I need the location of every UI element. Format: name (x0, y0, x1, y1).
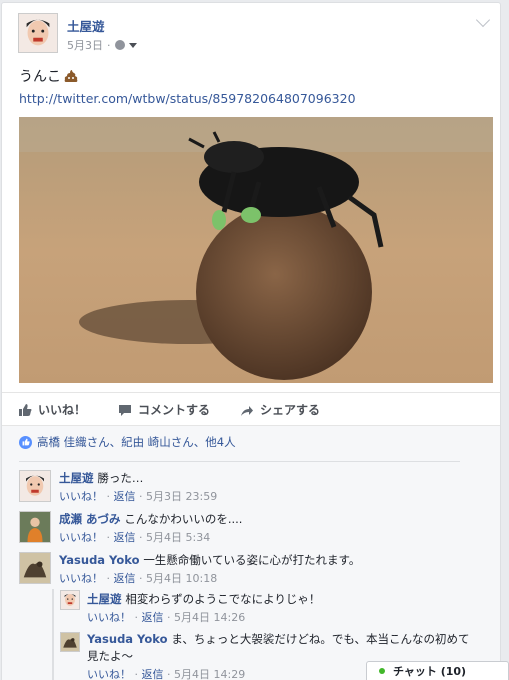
reply-text: 相変わらずのようこでなによりじゃ！ (125, 592, 321, 606)
comment-button[interactable]: コメントする (118, 401, 210, 418)
commenter-avatar[interactable] (19, 552, 51, 584)
comment-author[interactable]: 成瀬 あづみ (59, 512, 121, 526)
comment-like-link[interactable]: いいね！ (59, 572, 103, 585)
comment-reply-link[interactable]: 返信 (114, 490, 136, 503)
share-label: シェアする (260, 403, 321, 417)
comment-text: こんなかわいいのを.... (124, 512, 243, 526)
comments-area: 高橋 佳織さん、紀由 崎山さん、他4人 土屋遊 勝った… いいね！ · 返信 ·… (2, 426, 500, 680)
chat-tab[interactable]: チャット (10) (366, 661, 509, 680)
share-icon (241, 405, 253, 416)
comment-meta: いいね！ · 返信 · 5月3日 23:59 (59, 490, 218, 503)
post-actions: いいね！ コメントする シェアする (2, 392, 500, 426)
online-dot-icon (379, 668, 385, 674)
like-button[interactable]: いいね！ (18, 401, 86, 418)
globe-icon[interactable] (114, 40, 125, 50)
reply-like-link[interactable]: いいね！ (87, 668, 131, 680)
author-avatar[interactable] (18, 13, 58, 53)
divider (19, 461, 460, 462)
post-text: うんこ (19, 66, 79, 86)
post-author[interactable]: 土屋遊 (67, 16, 105, 35)
commenter-avatar[interactable] (19, 470, 51, 502)
replier-avatar[interactable] (60, 590, 80, 610)
comment-line: 土屋遊 勝った… (59, 470, 143, 486)
reply-author[interactable]: Yasuda Yoko (87, 632, 167, 646)
chevron-down-icon[interactable] (475, 12, 491, 28)
thumb-up-icon (19, 403, 32, 416)
comment-line: Yasuda Yoko 一生懸命働いている姿に心が打たれます。 (59, 552, 360, 568)
likes-summary[interactable]: 高橋 佳織さん、紀由 崎山さん、他4人 (19, 434, 236, 450)
comment-author[interactable]: 土屋遊 (59, 471, 94, 485)
like-label: いいね！ (38, 403, 87, 417)
comment-like-link[interactable]: いいね！ (59, 531, 103, 544)
reply-line: Yasuda Yoko ま、ちょっと大袈裟だけどね。でも、本当こんなの初めて (87, 631, 470, 647)
comment-like-link[interactable]: いいね！ (59, 490, 103, 503)
reply-reply-link[interactable]: 返信 (142, 611, 164, 624)
share-button[interactable]: シェアする (240, 401, 320, 418)
reply-reply-link[interactable]: 返信 (142, 668, 164, 680)
post-text-content: うんこ (19, 69, 61, 85)
poop-emoji-icon (64, 70, 78, 82)
comment-time[interactable]: 5月3日 23:59 (146, 490, 217, 503)
chat-label: チャット (10) (393, 665, 467, 678)
comment-meta: いいね！ · 返信 · 5月4日 5:34 (59, 531, 211, 544)
reply-meta: いいね！ · 返信 · 5月4日 14:29 (87, 668, 246, 680)
comment-line: 成瀬 あづみ こんなかわいいのを.... (59, 511, 242, 527)
reply-line: 土屋遊 相変わらずのようこでなによりじゃ！ (87, 591, 320, 607)
comment-text: 一生懸命働いている姿に心が打たれます。 (143, 553, 361, 567)
post-photo[interactable] (19, 117, 493, 383)
comment-meta: いいね！ · 返信 · 5月4日 10:18 (59, 572, 218, 585)
likes-summary-text: 高橋 佳織さん、紀由 崎山さん、他4人 (37, 435, 236, 449)
reply-text-continued: 見たよ〜 (87, 649, 133, 663)
comment-time[interactable]: 5月4日 10:18 (146, 572, 217, 585)
comment-text: 勝った… (97, 471, 144, 485)
post-date[interactable]: 5月3日 (67, 37, 103, 53)
post-meta: 5月3日 · (67, 37, 137, 53)
reply-meta: いいね！ · 返信 · 5月4日 14:26 (87, 611, 246, 624)
audience-caret-icon[interactable] (128, 42, 137, 48)
comment-time[interactable]: 5月4日 5:34 (146, 531, 210, 544)
reply-time[interactable]: 5月4日 14:29 (174, 668, 245, 680)
commenter-avatar[interactable] (19, 511, 51, 543)
comment-reply-link[interactable]: 返信 (114, 531, 136, 544)
comment-reply-link[interactable]: 返信 (114, 572, 136, 585)
reply-text: ま、ちょっと大袈裟だけどね。でも、本当こんなの初めて (171, 632, 470, 646)
reply-thread-line (52, 589, 54, 680)
comment-author[interactable]: Yasuda Yoko (59, 553, 139, 567)
reply-like-link[interactable]: いいね！ (87, 611, 131, 624)
reply-time[interactable]: 5月4日 14:26 (174, 611, 245, 624)
post-link[interactable]: http://twitter.com/wtbw/status/859782064… (19, 91, 356, 106)
like-badge-icon (19, 435, 32, 449)
comment-icon (119, 404, 131, 416)
replier-avatar[interactable] (60, 632, 80, 652)
reply-author[interactable]: 土屋遊 (87, 592, 122, 606)
comment-label: コメントする (138, 403, 211, 417)
post-card: 土屋遊 5月3日 · うんこ http://twitter.com/wtbw/s… (1, 2, 501, 680)
